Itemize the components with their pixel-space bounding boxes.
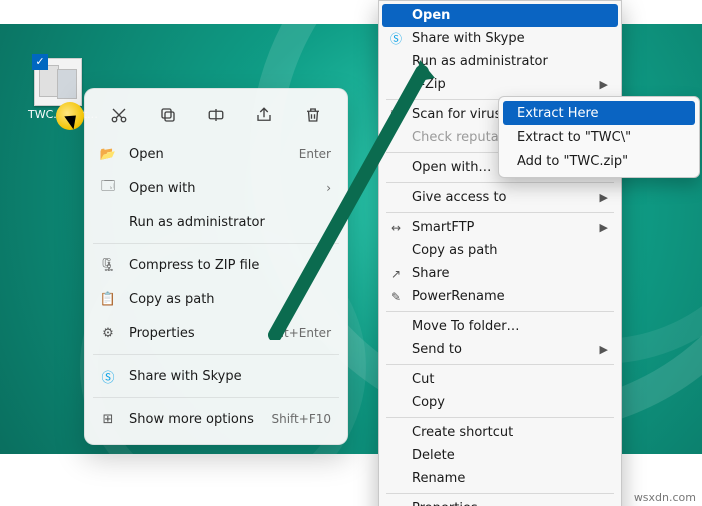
- menu-separator: [386, 212, 614, 213]
- cut-icon[interactable]: [105, 101, 133, 129]
- menu-item-run-admin[interactable]: Run as administrator: [91, 205, 341, 239]
- menu-item-show-more[interactable]: ⊞ Show more options Shift+F10: [91, 402, 341, 436]
- chevron-right-icon: ▶: [600, 221, 608, 234]
- share-icon[interactable]: [250, 101, 278, 129]
- menu-item-label: Move To folder…: [412, 319, 608, 334]
- menu-item-share-skype[interactable]: Ⓢ Share with Skype: [91, 359, 341, 393]
- menu-separator: [386, 364, 614, 365]
- menu-item-label: Properties: [129, 326, 260, 341]
- submenu-item-extract-to-twc[interactable]: Extract to "TWC\": [503, 125, 695, 149]
- context-menu-classic: Open Ⓢ Share with Skype Run as administrato…: [378, 0, 622, 506]
- watermark: wsxdn.com: [634, 491, 696, 504]
- classic-item-create-shortcut[interactable]: Create shortcut: [382, 421, 618, 444]
- zip-icon: 🗜: [99, 258, 117, 273]
- menu-separator: [93, 243, 339, 244]
- menu-item-label: Run as administrator: [412, 54, 608, 69]
- menu-item-label: Give access to: [412, 190, 592, 205]
- classic-item-open[interactable]: Open: [382, 4, 618, 27]
- chevron-right-icon: ▶: [600, 343, 608, 356]
- menu-item-label: PowerRename: [412, 289, 608, 304]
- chevron-right-icon: ▶: [600, 191, 608, 204]
- menu-item-label: Extract Here: [517, 106, 599, 121]
- menu-item-label: Copy: [412, 395, 608, 410]
- copy-icon[interactable]: [154, 101, 182, 129]
- menu-item-hint: Alt+Enter: [272, 326, 331, 340]
- classic-item-delete[interactable]: Delete: [382, 444, 618, 467]
- menu-separator: [386, 493, 614, 494]
- menu-item-open-with[interactable]: 🗔 Open with ›: [91, 171, 341, 205]
- classic-item-share[interactable]: ↗ Share: [382, 262, 618, 285]
- classic-item-rename[interactable]: Rename: [382, 467, 618, 490]
- context-menu-modern: 📂 Open Enter 🗔 Open with › Run as admini…: [84, 88, 348, 445]
- menu-item-label: Share: [412, 266, 608, 281]
- menu-item-label: Run as administrator: [129, 215, 331, 230]
- menu-item-label: 7-Zip: [412, 77, 592, 92]
- menu-separator: [386, 182, 614, 183]
- cursor-highlight-icon: [56, 102, 84, 130]
- more-options-icon: ⊞: [99, 412, 117, 427]
- scan-for-viruses-icon: 🛡: [388, 108, 404, 122]
- classic-item-properties[interactable]: Properties: [382, 497, 618, 506]
- menu-item-label: Share with Skype: [412, 31, 608, 46]
- chevron-right-icon: ›: [326, 181, 331, 195]
- menu-item-label: Compress to ZIP file: [129, 258, 331, 273]
- classic-item-copy-as-path[interactable]: Copy as path: [382, 239, 618, 262]
- powerrename-icon: ✎: [388, 290, 404, 304]
- menu-item-copy-path[interactable]: 📋 Copy as path: [91, 282, 341, 316]
- menu-item-label: Open with: [129, 181, 314, 196]
- menu-item-label: Open: [129, 147, 287, 162]
- skype-icon: Ⓢ: [99, 367, 117, 386]
- menu-item-hint: Shift+F10: [271, 412, 331, 426]
- menu-item-label: Send to: [412, 342, 592, 357]
- chevron-right-icon: ▶: [600, 78, 608, 91]
- menu-item-label: Copy as path: [412, 243, 608, 258]
- menu-item-hint: Enter: [299, 147, 331, 161]
- menu-separator: [386, 311, 614, 312]
- rename-icon[interactable]: [202, 101, 230, 129]
- menu-item-label: Cut: [412, 372, 608, 387]
- classic-item-send-to[interactable]: Send to ▶: [382, 338, 618, 361]
- classic-item-move-to-folder[interactable]: Move To folder…: [382, 315, 618, 338]
- submenu-7zip: Extract Here Extract to "TWC\" Add to "TWC…: [498, 96, 700, 178]
- quick-action-row: [91, 97, 341, 137]
- classic-item-7-zip[interactable]: 7-Zip ▶: [382, 73, 618, 96]
- menu-item-label: Properties: [412, 501, 608, 506]
- menu-separator: [386, 417, 614, 418]
- menu-item-label: Extract to "TWC\": [517, 130, 631, 145]
- menu-item-label: Add to "TWC.zip": [517, 154, 628, 169]
- delete-icon[interactable]: [299, 101, 327, 129]
- menu-item-label: Copy as path: [129, 292, 331, 307]
- classic-item-powerrename[interactable]: ✎ PowerRename: [382, 285, 618, 308]
- submenu-item-extract-here[interactable]: Extract Here: [503, 101, 695, 125]
- menu-item-label: Rename: [412, 471, 608, 486]
- properties-icon: ⚙: [99, 326, 117, 341]
- classic-item-cut[interactable]: Cut: [382, 368, 618, 391]
- menu-item-properties[interactable]: ⚙ Properties Alt+Enter: [91, 316, 341, 350]
- classic-item-smartftp[interactable]: ↔ SmartFTP ▶: [382, 216, 618, 239]
- menu-separator: [93, 397, 339, 398]
- classic-item-give-access-to[interactable]: Give access to ▶: [382, 186, 618, 209]
- open-with-icon: 🗔: [99, 177, 117, 199]
- menu-item-open[interactable]: 📂 Open Enter: [91, 137, 341, 171]
- menu-item-label: Show more options: [129, 412, 259, 427]
- classic-item-copy[interactable]: Copy: [382, 391, 618, 414]
- menu-item-label: SmartFTP: [412, 220, 592, 235]
- menu-item-label: Open: [412, 8, 608, 23]
- open-icon: 📂: [99, 147, 117, 162]
- menu-item-label: Delete: [412, 448, 608, 463]
- classic-item-run-as-administrator[interactable]: Run as administrator: [382, 50, 618, 73]
- menu-item-label: Create shortcut: [412, 425, 608, 440]
- menu-item-label: Share with Skype: [129, 369, 331, 384]
- selection-checkbox-icon: ✓: [32, 54, 48, 70]
- submenu-item-add-to-twc-zip[interactable]: Add to "TWC.zip": [503, 149, 695, 173]
- menu-item-compress[interactable]: 🗜 Compress to ZIP file: [91, 248, 341, 282]
- share-icon: ↗: [388, 267, 404, 281]
- share-with-skype-icon: Ⓢ: [388, 30, 404, 47]
- smartftp-icon: ↔: [388, 221, 404, 235]
- classic-item-share-with-skype[interactable]: Ⓢ Share with Skype: [382, 27, 618, 50]
- copy-path-icon: 📋: [99, 292, 117, 307]
- menu-separator: [93, 354, 339, 355]
